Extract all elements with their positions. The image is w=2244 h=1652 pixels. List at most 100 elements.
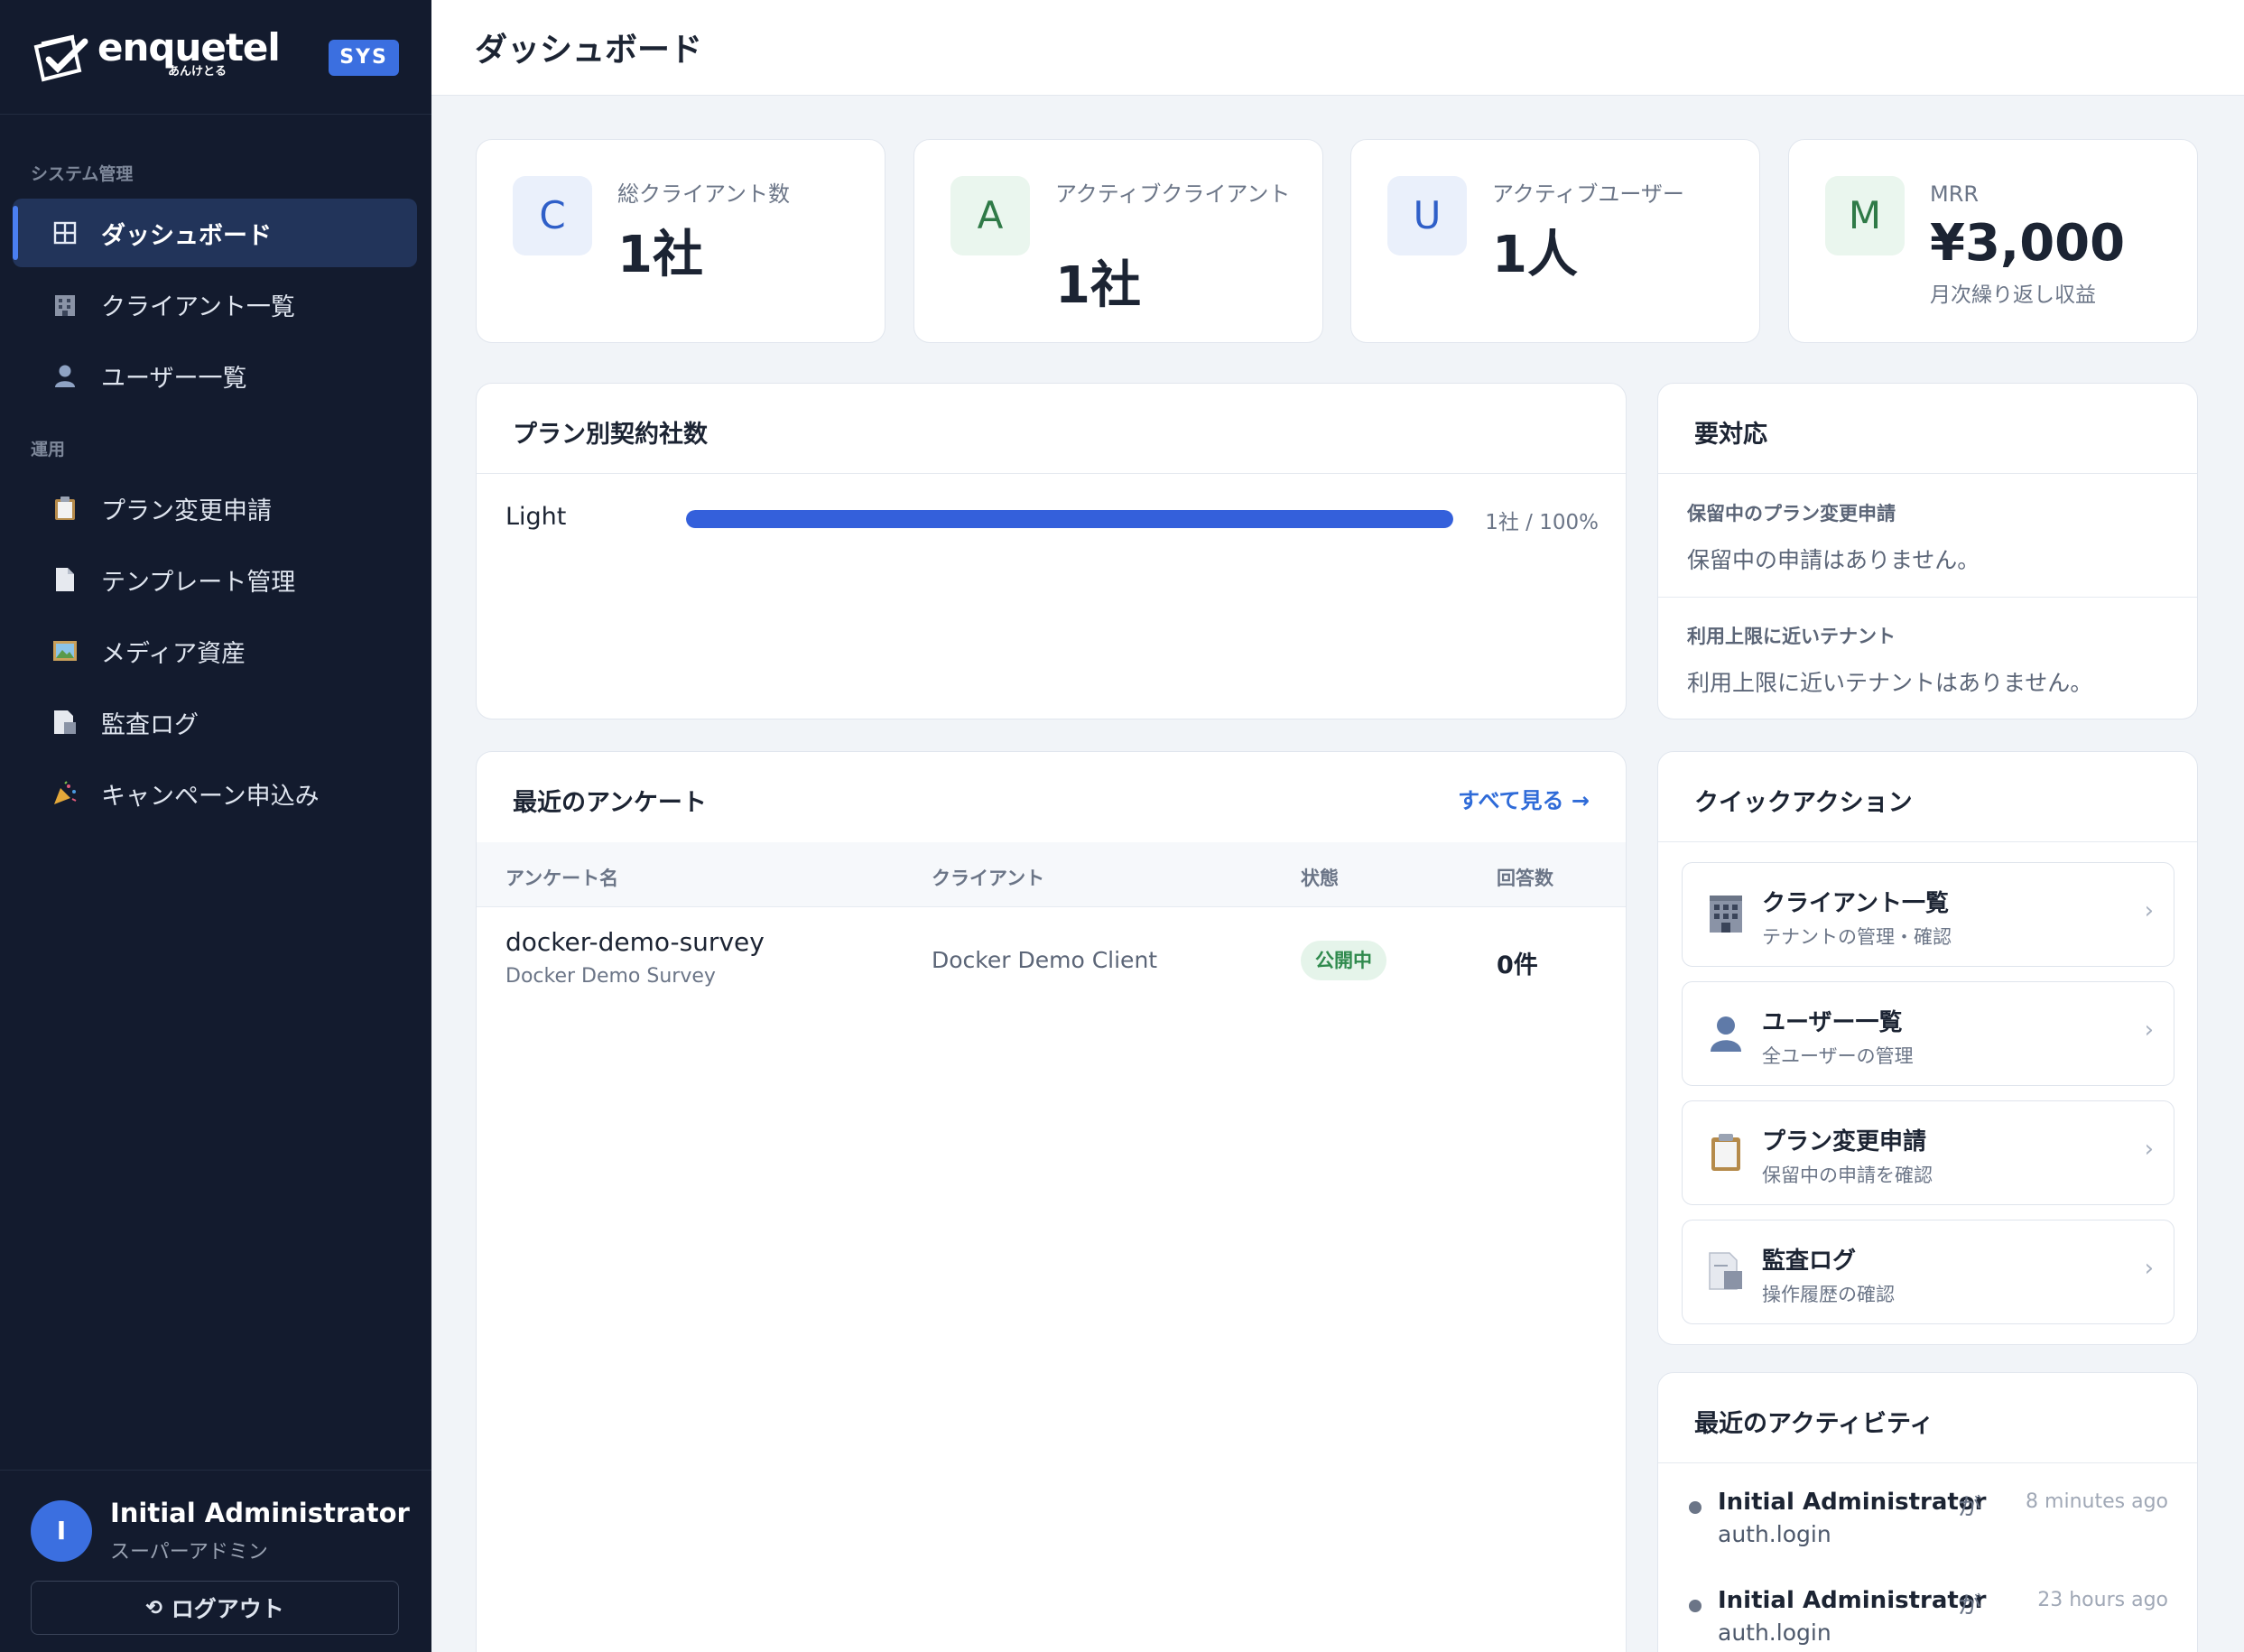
stat-value: 1社: [617, 226, 703, 284]
stat-sub: 月次繰り返し収益: [1930, 283, 2096, 307]
stat-letter-badge: C: [513, 176, 592, 255]
survey-responses: 0件: [1497, 951, 1538, 979]
quick-action-title: ユーザー一覧: [1762, 1009, 1903, 1036]
stat-letter-badge: U: [1387, 176, 1467, 255]
plan-count: 1社 / 100%: [1485, 511, 1599, 534]
activity-dot: [1689, 1501, 1702, 1514]
plan-progress-fill: [686, 510, 1453, 528]
grid-icon: [49, 217, 81, 249]
sidebar-item-label: 監査ログ: [101, 710, 199, 739]
chevron-right-icon: ›: [2144, 897, 2154, 924]
sidebar-item-users[interactable]: ユーザー一覧: [13, 341, 417, 410]
user-role: スーパーアドミン: [110, 1541, 268, 1564]
stat-label: MRR: [1930, 181, 1980, 207]
sidebar-item-label: テンプレート管理: [101, 568, 296, 597]
activity-particle: が: [1958, 1592, 1982, 1620]
plan-name: Light: [505, 503, 567, 531]
topbar: ダッシュボード: [431, 0, 2244, 96]
card-title: 最近のアンケート: [513, 789, 707, 817]
user-icon: [1704, 1013, 1748, 1056]
clipboard-icon: [1704, 1132, 1748, 1175]
avatar[interactable]: I: [31, 1500, 92, 1562]
nav-section-operations: 運用: [31, 440, 66, 459]
activity-item: Initial Administrator が auth.login 8 min…: [1658, 1489, 2197, 1570]
activity-time: 23 hours ago: [2037, 1589, 2168, 1611]
sidebar-item-label: メディア資産: [101, 639, 246, 668]
activity-dot: [1689, 1600, 1702, 1612]
log-icon: [49, 706, 81, 738]
recent-activity-card: 最近のアクティビティ Initial Administrator が auth.…: [1657, 1372, 2198, 1652]
sidebar-item-label: ユーザー一覧: [101, 364, 247, 393]
sidebar-item-dashboard[interactable]: ダッシュボード: [13, 199, 417, 267]
logout-button[interactable]: ⟲ ログアウト: [31, 1581, 399, 1635]
column-header[interactable]: 回答数: [1497, 864, 1553, 891]
quick-action-users[interactable]: ユーザー一覧 全ユーザーの管理 ›: [1682, 981, 2174, 1086]
divider: [1658, 841, 2197, 842]
sidebar-item-audit-log[interactable]: 監査ログ: [13, 688, 417, 756]
quick-action-title: 監査ログ: [1762, 1248, 1857, 1275]
stat-card-active-clients: A アクティブクライアント 1社: [913, 139, 1323, 343]
logo-icon: [33, 34, 88, 82]
quick-action-audit-log[interactable]: 監査ログ 操作履歴の確認 ›: [1682, 1220, 2174, 1324]
sidebar-item-clients[interactable]: クライアント一覧: [13, 270, 417, 339]
quick-action-title: プラン変更申請: [1762, 1128, 1927, 1155]
stat-card-total-clients: C 総クライアント数 1社: [476, 139, 886, 343]
stat-card-active-users: U アクティブユーザー 1人: [1350, 139, 1760, 343]
divider: [1658, 1462, 2197, 1463]
divider: [1658, 473, 2197, 474]
survey-name[interactable]: docker-demo-survey: [505, 927, 765, 957]
clipboard-icon: [49, 492, 81, 524]
column-header[interactable]: アンケート名: [505, 864, 618, 891]
sidebar-item-templates[interactable]: テンプレート管理: [13, 545, 417, 614]
activity-actor: Initial Administrator: [1718, 1587, 1987, 1614]
card-title: 最近のアクティビティ: [1694, 1410, 1934, 1438]
card-title: 要対応: [1694, 421, 1767, 449]
quick-actions-card: クイックアクション クライアント一覧 テナントの管理・確認 › ユーザー一覧 全…: [1657, 751, 2198, 1345]
quick-action-plan-requests[interactable]: プラン変更申請 保留中の申請を確認 ›: [1682, 1100, 2174, 1205]
brand-header: enquetel あんけとる SYS: [0, 0, 431, 115]
sidebar-item-label: キャンペーン申込み: [101, 782, 320, 811]
quick-action-desc: 全ユーザーの管理: [1762, 1045, 1914, 1067]
quick-action-clients[interactable]: クライアント一覧 テナントの管理・確認 ›: [1682, 862, 2174, 967]
quick-action-desc: 保留中の申請を確認: [1762, 1165, 1933, 1186]
quick-action-desc: テナントの管理・確認: [1762, 926, 1952, 948]
activity-action: auth.login: [1718, 1521, 1831, 1547]
stat-value: ¥3,000: [1930, 214, 2126, 273]
quick-action-title: クライアント一覧: [1762, 890, 1949, 917]
recent-surveys-card: 最近のアンケート すべて見る → アンケート名 クライアント 状態 回答数 do…: [476, 751, 1627, 1652]
plan-progress-bar: [686, 510, 1453, 528]
building-icon: [49, 288, 81, 320]
stat-letter-badge: A: [950, 176, 1030, 255]
chevron-right-icon: ›: [2144, 1016, 2154, 1044]
logo-subtext: あんけとる: [168, 65, 227, 79]
party-popper-icon: [49, 777, 81, 810]
stat-label: アクティブクライアント: [1055, 181, 1291, 207]
page-title: ダッシュボード: [475, 32, 703, 69]
logout-icon: ⟲: [145, 1596, 162, 1619]
sidebar-item-campaign[interactable]: キャンペーン申込み: [13, 759, 417, 828]
todo-text: 保留中の申請はありません。: [1687, 547, 1980, 573]
action-required-card: 要対応 保留中のプラン変更申請 保留中の申請はありません。 利用上限に近いテナン…: [1657, 383, 2198, 719]
activity-actor: Initial Administrator: [1718, 1489, 1987, 1516]
document-icon: [49, 563, 81, 596]
chevron-right-icon: ›: [2144, 1255, 2154, 1282]
table-row[interactable]: docker-demo-survey Docker Demo Survey Do…: [477, 907, 1626, 1016]
building-icon: [1704, 894, 1748, 937]
stat-card-mrr: M MRR ¥3,000 月次繰り返し収益: [1788, 139, 2198, 343]
stat-label: 総クライアント数: [617, 181, 791, 207]
divider: [477, 473, 1626, 474]
column-header[interactable]: 状態: [1301, 864, 1339, 891]
sys-badge: SYS: [329, 40, 399, 76]
survey-client: Docker Demo Client: [932, 947, 1158, 973]
sidebar-item-media[interactable]: メディア資産: [13, 617, 417, 685]
column-header[interactable]: クライアント: [932, 864, 1044, 891]
activity-action: auth.login: [1718, 1620, 1831, 1646]
sidebar-item-plan-requests[interactable]: プラン変更申請: [13, 474, 417, 543]
see-all-link[interactable]: すべて見る →: [1458, 783, 1590, 814]
stat-letter-badge: M: [1825, 176, 1905, 255]
sidebar: enquetel あんけとる SYS システム管理 ダッシュボード クライアント…: [0, 0, 431, 1652]
stat-label: アクティブユーザー: [1492, 181, 1684, 207]
sidebar-item-label: プラン変更申請: [101, 497, 272, 525]
table-header: アンケート名 クライアント 状態 回答数: [477, 842, 1626, 907]
log-icon: [1704, 1251, 1748, 1295]
